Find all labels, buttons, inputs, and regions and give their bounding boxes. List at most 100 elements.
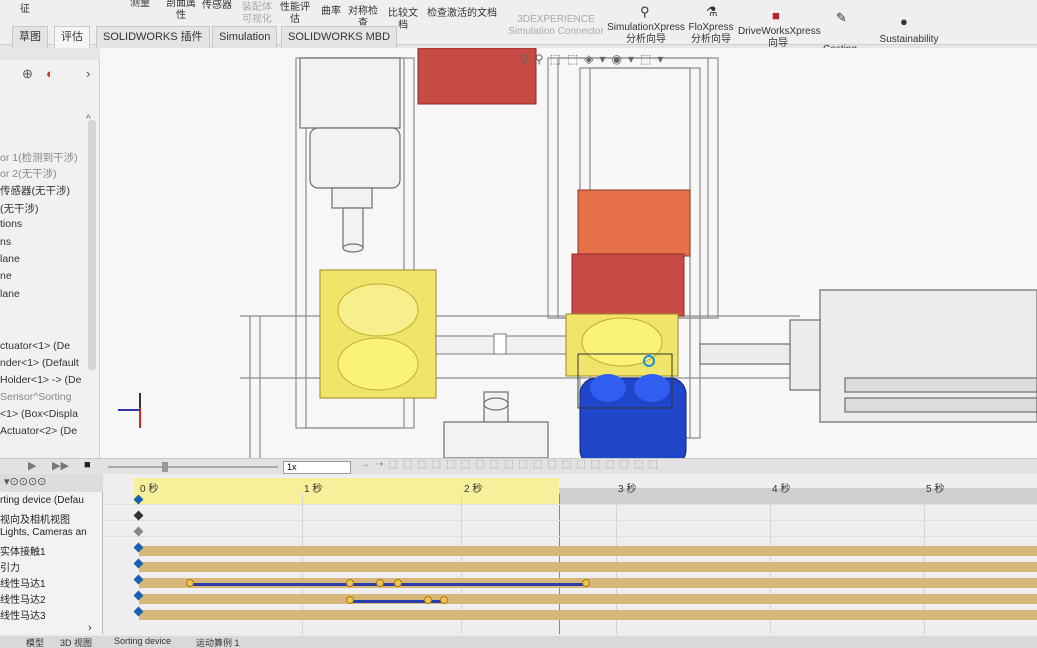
- timeline-row-lights[interactable]: Lights, Cameras an: [0, 527, 87, 538]
- command-manager-tabs: 草图 评估 SOLIDWORKS 插件 Simulation SOLIDWORK…: [0, 24, 400, 48]
- tick-label: 4 秒: [772, 484, 791, 495]
- timeline-row-motor-2[interactable]: 线性马达2: [0, 591, 46, 606]
- tree-item[interactable]: or 1(检测到干涉): [0, 150, 78, 165]
- heads-up-view-toolbar[interactable]: ⚲⚲⬚⬚◈▾◉▾⬚▾: [520, 52, 669, 72]
- ribbon-item-sustainability[interactable]: Sustainability: [874, 34, 944, 46]
- timeline-band[interactable]: [139, 594, 1037, 604]
- ribbon-item-measure[interactable]: 测量: [120, 0, 160, 10]
- tab-solidworks-mbd[interactable]: SOLIDWORKS MBD: [281, 26, 398, 48]
- timeline-row-view[interactable]: 视向及相机视图: [0, 511, 70, 526]
- chevron-right-icon[interactable]: ›: [86, 66, 90, 81]
- tree-item[interactable]: lane: [0, 288, 20, 300]
- coordinate-triad: [118, 393, 141, 428]
- timeline-row-assembly[interactable]: rting device (Defau: [0, 495, 84, 506]
- keyframe[interactable]: [346, 579, 354, 587]
- motion-study-toolbar: ▶ ▶▶ ■ 1x →⇢⬚⬚⬚⬚⬚⬚⬚⬚⬚⬚⬚⬚⬚⬚⬚⬚⬚⬚⬚: [0, 458, 1037, 474]
- ribbon-item-assembly-visualization[interactable]: 装配体可视化: [240, 2, 274, 26]
- tree-item[interactable]: ns: [0, 236, 11, 248]
- graphics-viewport[interactable]: ⚲⚲⬚⬚◈▾◉▾⬚▾: [100, 48, 1037, 458]
- timeline-row-motor-3[interactable]: 线性马达3: [0, 607, 46, 622]
- ribbon-item-section-properties[interactable]: 剖面属性: [162, 0, 200, 22]
- tree-item[interactable]: nder<1> (Default: [0, 357, 79, 369]
- keyframe[interactable]: [582, 579, 590, 587]
- tree-item[interactable]: 传感器(无干涉): [0, 183, 70, 198]
- keyframe[interactable]: [394, 579, 402, 587]
- timeline-row-gravity[interactable]: 引力: [0, 559, 20, 574]
- keyframe-diamond[interactable]: [133, 510, 144, 521]
- tick-label: 3 秒: [618, 484, 637, 495]
- sustainability-icon: ●: [900, 14, 908, 29]
- playback-slider-thumb[interactable]: [162, 462, 168, 472]
- play-icon[interactable]: ▶: [28, 459, 36, 472]
- motor-1-active-segment[interactable]: [350, 583, 398, 586]
- tick-label: 0 秒: [140, 484, 159, 495]
- timeline-band[interactable]: [139, 562, 1037, 572]
- tick-label: 5 秒: [926, 484, 945, 495]
- ribbon-item-curvature[interactable]: 曲率: [318, 6, 344, 18]
- tree-item[interactable]: Holder<1> -> (De: [0, 374, 81, 386]
- tree-scrollbar[interactable]: [88, 120, 96, 370]
- playback-slider[interactable]: [108, 466, 278, 468]
- costing-icon: ✎: [836, 10, 847, 25]
- motor-1-active-segment[interactable]: [398, 583, 586, 586]
- tree-item[interactable]: Actuator<2> (De: [0, 425, 77, 437]
- motion-manager-tree: ▾⊙⊙⊙⊙ rting device (Defau 视向及相机视图 Lights…: [0, 474, 103, 634]
- keyframe[interactable]: [346, 596, 354, 604]
- tab-evaluate[interactable]: 评估: [54, 26, 90, 48]
- tab-simulation[interactable]: Simulation: [212, 26, 278, 48]
- driveworksxpress-icon: ■: [772, 8, 780, 23]
- motor-1-active-segment[interactable]: [190, 583, 350, 586]
- tree-item[interactable]: tions: [0, 218, 22, 230]
- motion-tree-toolbar: ▾⊙⊙⊙⊙: [0, 474, 103, 492]
- tab-motion-study-1[interactable]: 运动算例 1: [196, 636, 240, 648]
- chevron-right-icon[interactable]: ›: [88, 622, 92, 634]
- keyframe[interactable]: [376, 579, 384, 587]
- timeline-band[interactable]: [139, 546, 1037, 556]
- keyframe-diamond[interactable]: [133, 526, 144, 537]
- tab-solidworks-addins[interactable]: SOLIDWORKS 插件: [96, 26, 210, 48]
- motion-timeline: ▾⊙⊙⊙⊙ rting device (Defau 视向及相机视图 Lights…: [0, 474, 1037, 648]
- timeline-grid[interactable]: 0 秒 1 秒 2 秒 3 秒 4 秒 5 秒: [104, 474, 1037, 634]
- play-from-start-icon[interactable]: ▶▶: [52, 459, 69, 472]
- ribbon-item-performance-evaluation[interactable]: 性能评估: [278, 2, 312, 26]
- tab-3d-views[interactable]: 3D 视图: [60, 636, 92, 648]
- stop-icon[interactable]: ■: [84, 459, 91, 471]
- ribbon-item-3dexperience-connector[interactable]: 3DEXPERIENCE Simulation Connector: [505, 14, 607, 38]
- timeline-band[interactable]: [139, 610, 1037, 620]
- motion-tools-icons[interactable]: →⇢⬚⬚⬚⬚⬚⬚⬚⬚⬚⬚⬚⬚⬚⬚⬚⬚⬚⬚⬚: [360, 459, 663, 470]
- row-separator: [104, 504, 1037, 505]
- ribbon-item-simulationxpress[interactable]: SimulationXpress 分析向导: [606, 22, 686, 46]
- simulationxpress-icon: ⚲: [640, 4, 650, 19]
- playback-speed-select[interactable]: 1x: [283, 461, 351, 474]
- ribbon-item-driveworksxpress[interactable]: DriveWorksXpress 向导: [738, 26, 821, 50]
- motor-2-active-segment[interactable]: [350, 600, 426, 603]
- tree-item[interactable]: ne: [0, 270, 12, 282]
- red-block-top: [417, 48, 537, 105]
- tree-item[interactable]: (无干涉): [0, 201, 39, 216]
- tab-sketch[interactable]: 草图: [12, 26, 48, 48]
- display-manager-icon[interactable]: ◐: [46, 66, 54, 81]
- tick-label: 1 秒: [304, 484, 323, 495]
- tree-item[interactable]: or 2(无干涉): [0, 166, 57, 181]
- tree-item[interactable]: ctuator<1> (De: [0, 340, 70, 352]
- keyframe[interactable]: [186, 579, 194, 587]
- timeline-row-contact[interactable]: 实体接触1: [0, 543, 46, 558]
- tree-item[interactable]: lane: [0, 253, 20, 265]
- feature-manager-tree: ⊕ ◐ › ^ or 1(检测到干涉) or 2(无干涉) 传感器(无干涉) (…: [0, 60, 100, 460]
- solidworks-window: 征 测量 剖面属性 传感器 装配体可视化 性能评估 曲率 对称检查 比较文档 检…: [0, 0, 1037, 648]
- ribbon-item-feature[interactable]: 征: [20, 4, 30, 16]
- tree-item[interactable]: <1> (Box<Displa: [0, 408, 78, 420]
- tab-model[interactable]: 模型: [26, 636, 44, 648]
- tree-item[interactable]: Sensor^Sorting: [0, 391, 71, 403]
- keyframe[interactable]: [440, 596, 448, 604]
- tab-sorting-device[interactable]: Sorting device: [114, 636, 171, 646]
- timeline-row-motor-1[interactable]: 线性马达1: [0, 575, 46, 590]
- ribbon-item-check-active-document[interactable]: 检查激活的文档: [424, 8, 500, 20]
- red-block: [571, 253, 685, 317]
- ribbon-item-sensor[interactable]: 传感器: [200, 0, 234, 12]
- keyframe[interactable]: [424, 596, 432, 604]
- filter-icon[interactable]: ▾⊙⊙⊙⊙: [4, 475, 46, 488]
- ribbon-item-floxpress[interactable]: FloXpress 分析向导: [688, 22, 734, 46]
- config-manager-icon[interactable]: ⊕: [22, 66, 33, 82]
- orange-block: [577, 189, 691, 257]
